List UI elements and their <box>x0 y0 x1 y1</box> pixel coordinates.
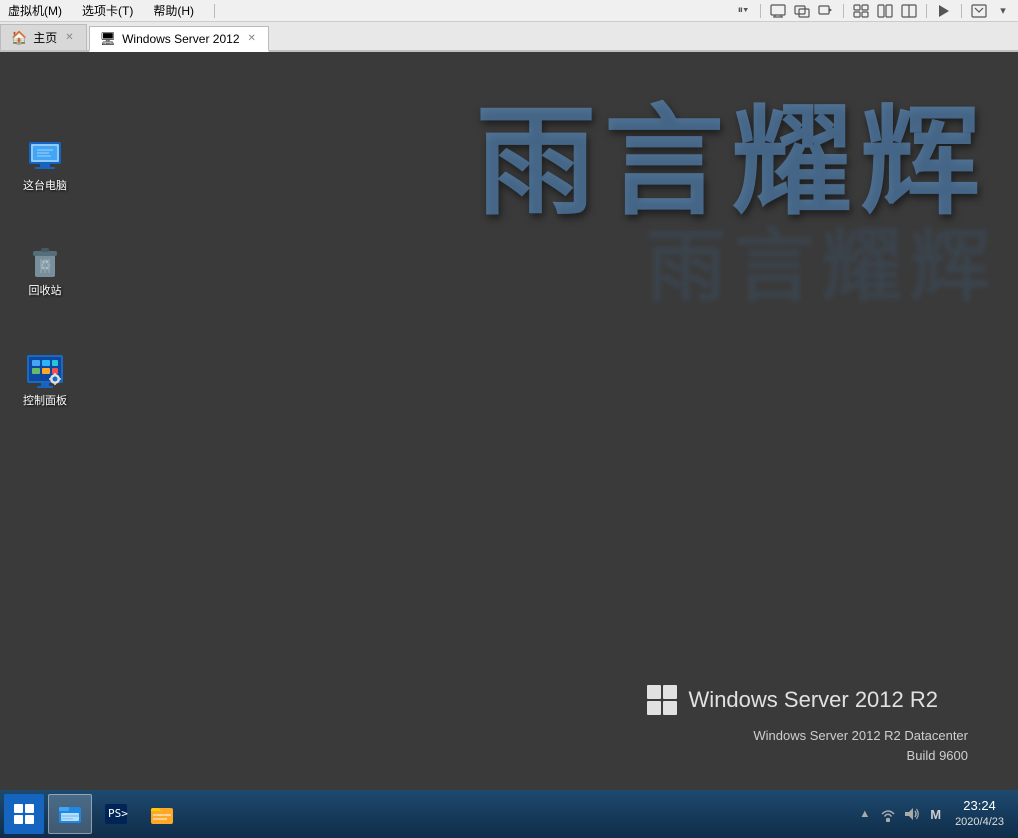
vm-icon-2[interactable] <box>791 1 813 21</box>
windows-watermark-text: Windows Server 2012 R2 <box>689 687 938 713</box>
start-pane-tr <box>25 804 34 813</box>
windows-watermark: Windows Server 2012 R2 <box>647 685 938 715</box>
start-button[interactable] <box>4 794 44 834</box>
vm-icon-6[interactable] <box>898 1 920 21</box>
tray-arrow-up[interactable]: ▲ <box>855 806 874 822</box>
tab-home-close[interactable]: ✕ <box>63 32 75 43</box>
win-pane-bl <box>647 701 661 715</box>
taskbar: PS> ▲ <box>0 790 1018 838</box>
vm-icon-7[interactable] <box>933 1 955 21</box>
build-line-1: Windows Server 2012 R2 Datacenter <box>753 726 968 746</box>
clock-time: 23:24 <box>955 798 1004 815</box>
clock[interactable]: 23:24 2020/4/23 <box>949 798 1010 829</box>
tab-server-label: Windows Server 2012 <box>122 32 239 46</box>
menu-help[interactable]: 帮助(H) <box>149 0 198 21</box>
desktop-icon-recycle-bin[interactable]: ♻ 回收站 <box>10 237 80 302</box>
desktop: 雨言耀辉 雨言耀辉 这台电脑 <box>0 52 1018 790</box>
toolbar-icon-group: ⏸▾ ▾ <box>732 1 1014 21</box>
clock-date: 2020/4/23 <box>955 815 1004 829</box>
pause-button[interactable]: ⏸▾ <box>732 1 754 21</box>
server-tab-icon: 🖥 <box>100 31 117 47</box>
recycle-bin-icon: ♻ <box>25 241 65 281</box>
windows-logo-icon <box>647 685 677 715</box>
menu-virtual-machine[interactable]: 虚拟机(M) <box>4 0 66 21</box>
toolbar-sep-5 <box>961 4 962 18</box>
taskbar-btn-filemanager[interactable] <box>140 794 184 834</box>
control-panel-icon <box>25 351 65 391</box>
toolbar-sep-4 <box>926 4 927 18</box>
bg-decorative-text: 雨言耀辉 <box>476 102 988 222</box>
win-pane-br <box>663 701 677 715</box>
tab-server-close[interactable]: ✕ <box>246 33 258 44</box>
start-pane-bl <box>14 815 23 824</box>
start-windows-logo <box>14 804 34 824</box>
win-pane-tr <box>663 685 677 699</box>
desktop-icon-this-pc[interactable]: 这台电脑 <box>10 132 80 197</box>
toolbar-sep-2 <box>760 4 761 18</box>
build-info: Windows Server 2012 R2 Datacenter Build … <box>753 726 968 765</box>
toolbar-sep-1 <box>214 4 215 18</box>
this-pc-label: 这台电脑 <box>23 180 67 193</box>
toolbar-sep-3 <box>843 4 844 18</box>
bg-decorative-shadow: 雨言耀辉 <box>646 202 998 318</box>
desktop-icon-control-panel[interactable]: 控制面板 <box>10 347 80 412</box>
tray-network-icon[interactable] <box>878 804 898 824</box>
vm-icon-5[interactable] <box>874 1 896 21</box>
menu-tab[interactable]: 选项卡(T) <box>78 0 137 21</box>
tab-server[interactable]: 🖥 Windows Server 2012 ✕ <box>89 26 269 52</box>
tray-input-method[interactable]: M <box>926 805 945 824</box>
recycle-bin-label: 回收站 <box>29 285 62 298</box>
svg-text:PS>: PS> <box>108 807 128 820</box>
taskbar-pinned-items: PS> <box>48 794 184 834</box>
win-pane-tl <box>647 685 661 699</box>
start-pane-br <box>25 815 34 824</box>
vm-icon-4[interactable] <box>850 1 872 21</box>
this-pc-icon <box>25 136 65 176</box>
vm-icon-8[interactable] <box>968 1 990 21</box>
build-line-2: Build 9600 <box>753 746 968 766</box>
tab-bar: 🏠 主页 ✕ 🖥 Windows Server 2012 ✕ <box>0 22 1018 52</box>
tray-volume-icon[interactable] <box>902 804 922 824</box>
tab-home-label: 主页 <box>33 29 57 46</box>
start-pane-tl <box>14 804 23 813</box>
home-icon: 🏠 <box>11 30 27 46</box>
vm-icon-3[interactable] <box>815 1 837 21</box>
control-panel-label: 控制面板 <box>23 395 67 408</box>
vm-icon-9[interactable]: ▾ <box>992 1 1014 21</box>
tab-home[interactable]: 🏠 主页 ✕ <box>0 24 87 50</box>
taskbar-btn-explorer[interactable] <box>48 794 92 834</box>
taskbar-btn-powershell[interactable]: PS> <box>94 794 138 834</box>
top-toolbar: 虚拟机(M) 选项卡(T) 帮助(H) ⏸▾ <box>0 0 1018 22</box>
system-tray: ▲ M 23:24 2020/4/23 <box>855 798 1014 829</box>
vm-icon-1[interactable] <box>767 1 789 21</box>
